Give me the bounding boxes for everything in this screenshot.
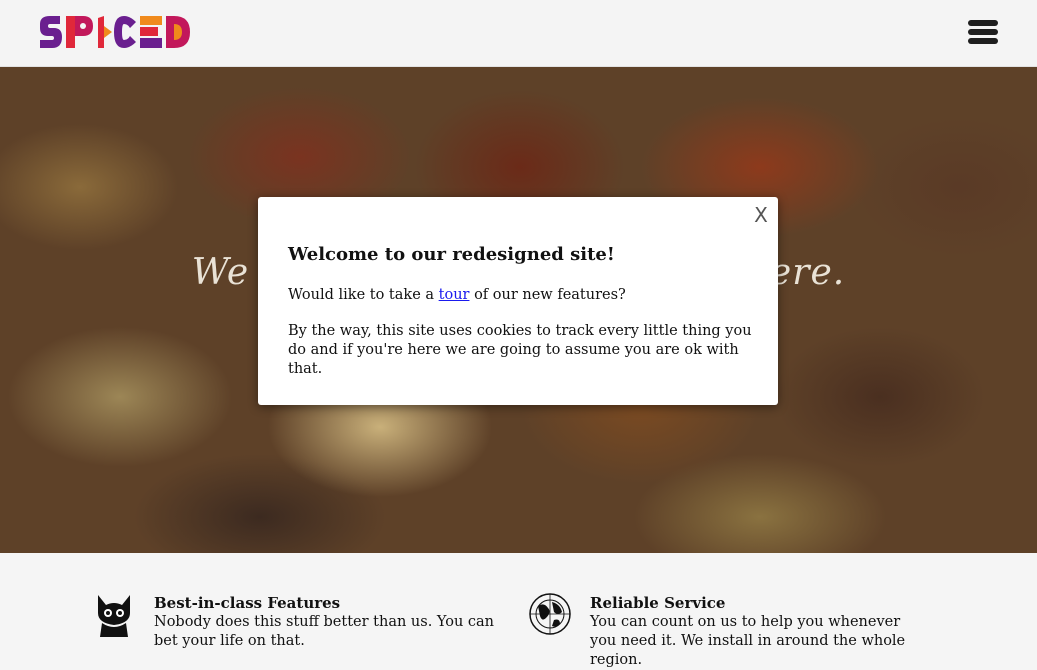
tour-link[interactable]: tour: [439, 287, 470, 303]
features-section: Best-in-class Features Nobody does this …: [0, 553, 1037, 668]
feature-description: You can count on us to help you whenever…: [590, 614, 906, 668]
feature-title: Reliable Service: [590, 594, 726, 612]
tour-suffix: of our new features?: [469, 287, 626, 303]
hamburger-menu-icon[interactable]: [966, 20, 1000, 46]
tour-prefix: Would like to take a: [288, 287, 439, 303]
cat-icon: [92, 593, 136, 637]
site-header: [0, 0, 1037, 67]
close-icon[interactable]: X: [752, 204, 770, 226]
globe-icon: [528, 592, 572, 636]
feature-description: Nobody does this stuff better than us. Y…: [154, 614, 495, 649]
feature-title: Best-in-class Features: [154, 594, 341, 612]
tour-prompt: Would like to take a tour of our new fea…: [288, 287, 626, 303]
spiced-logo[interactable]: [38, 16, 190, 48]
modal-title: Welcome to our redesigned site!: [288, 244, 615, 265]
cookie-notice: By the way, this site uses cookies to tr…: [288, 323, 752, 377]
